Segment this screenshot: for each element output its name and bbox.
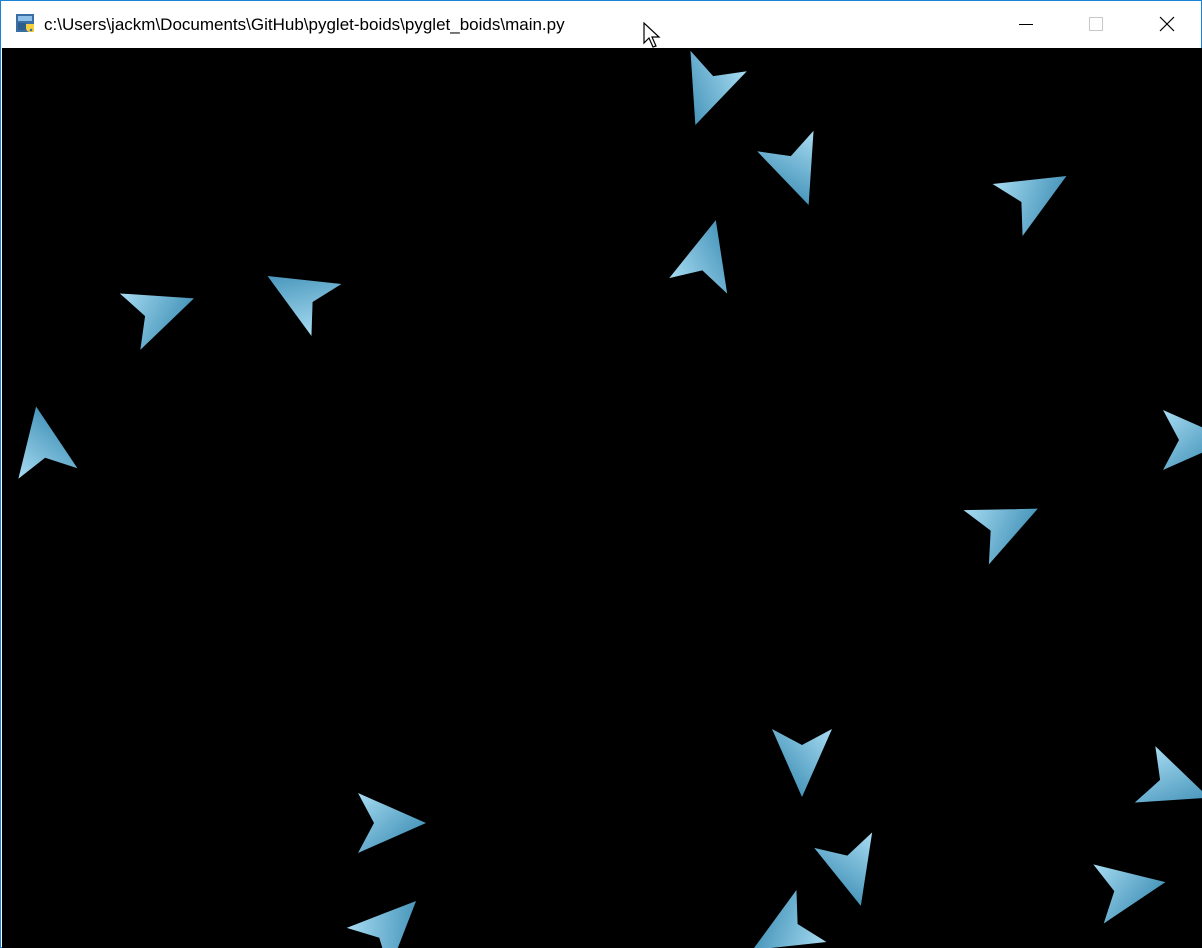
title-bar[interactable]: c:\Users\jackm\Documents\GitHub\pyglet-b… xyxy=(1,1,1201,47)
maximize-button[interactable] xyxy=(1061,1,1131,47)
close-button[interactable] xyxy=(1131,1,1201,47)
boid-agent xyxy=(1163,410,1202,470)
mouse-cursor-icon xyxy=(643,22,661,48)
boid-agent xyxy=(772,729,832,797)
boid-agent xyxy=(814,832,873,906)
maximize-icon xyxy=(1089,17,1103,31)
boid-agent xyxy=(119,293,194,350)
boid-agent xyxy=(358,793,426,853)
boid-agent xyxy=(757,130,814,205)
python-icon xyxy=(15,13,37,35)
window-title: c:\Users\jackm\Documents\GitHub\pyglet-b… xyxy=(44,15,565,34)
minimize-button[interactable] xyxy=(991,1,1061,47)
boid-agent xyxy=(963,508,1038,565)
boid-agent xyxy=(752,890,827,948)
boid-agent xyxy=(1093,864,1166,924)
app-window: c:\Users\jackm\Documents\GitHub\pyglet-b… xyxy=(0,0,1202,948)
boid-agent xyxy=(18,406,78,479)
boid-agent xyxy=(346,900,417,948)
boid-agent xyxy=(690,50,747,125)
boids-scene xyxy=(18,50,1202,948)
boid-agent xyxy=(1134,746,1202,803)
minimize-icon xyxy=(1019,24,1033,25)
boid-agent xyxy=(669,220,728,294)
boid-agent xyxy=(267,276,342,336)
boid-agent xyxy=(992,176,1067,236)
close-icon xyxy=(1159,16,1175,32)
boids-canvas[interactable] xyxy=(2,48,1202,948)
